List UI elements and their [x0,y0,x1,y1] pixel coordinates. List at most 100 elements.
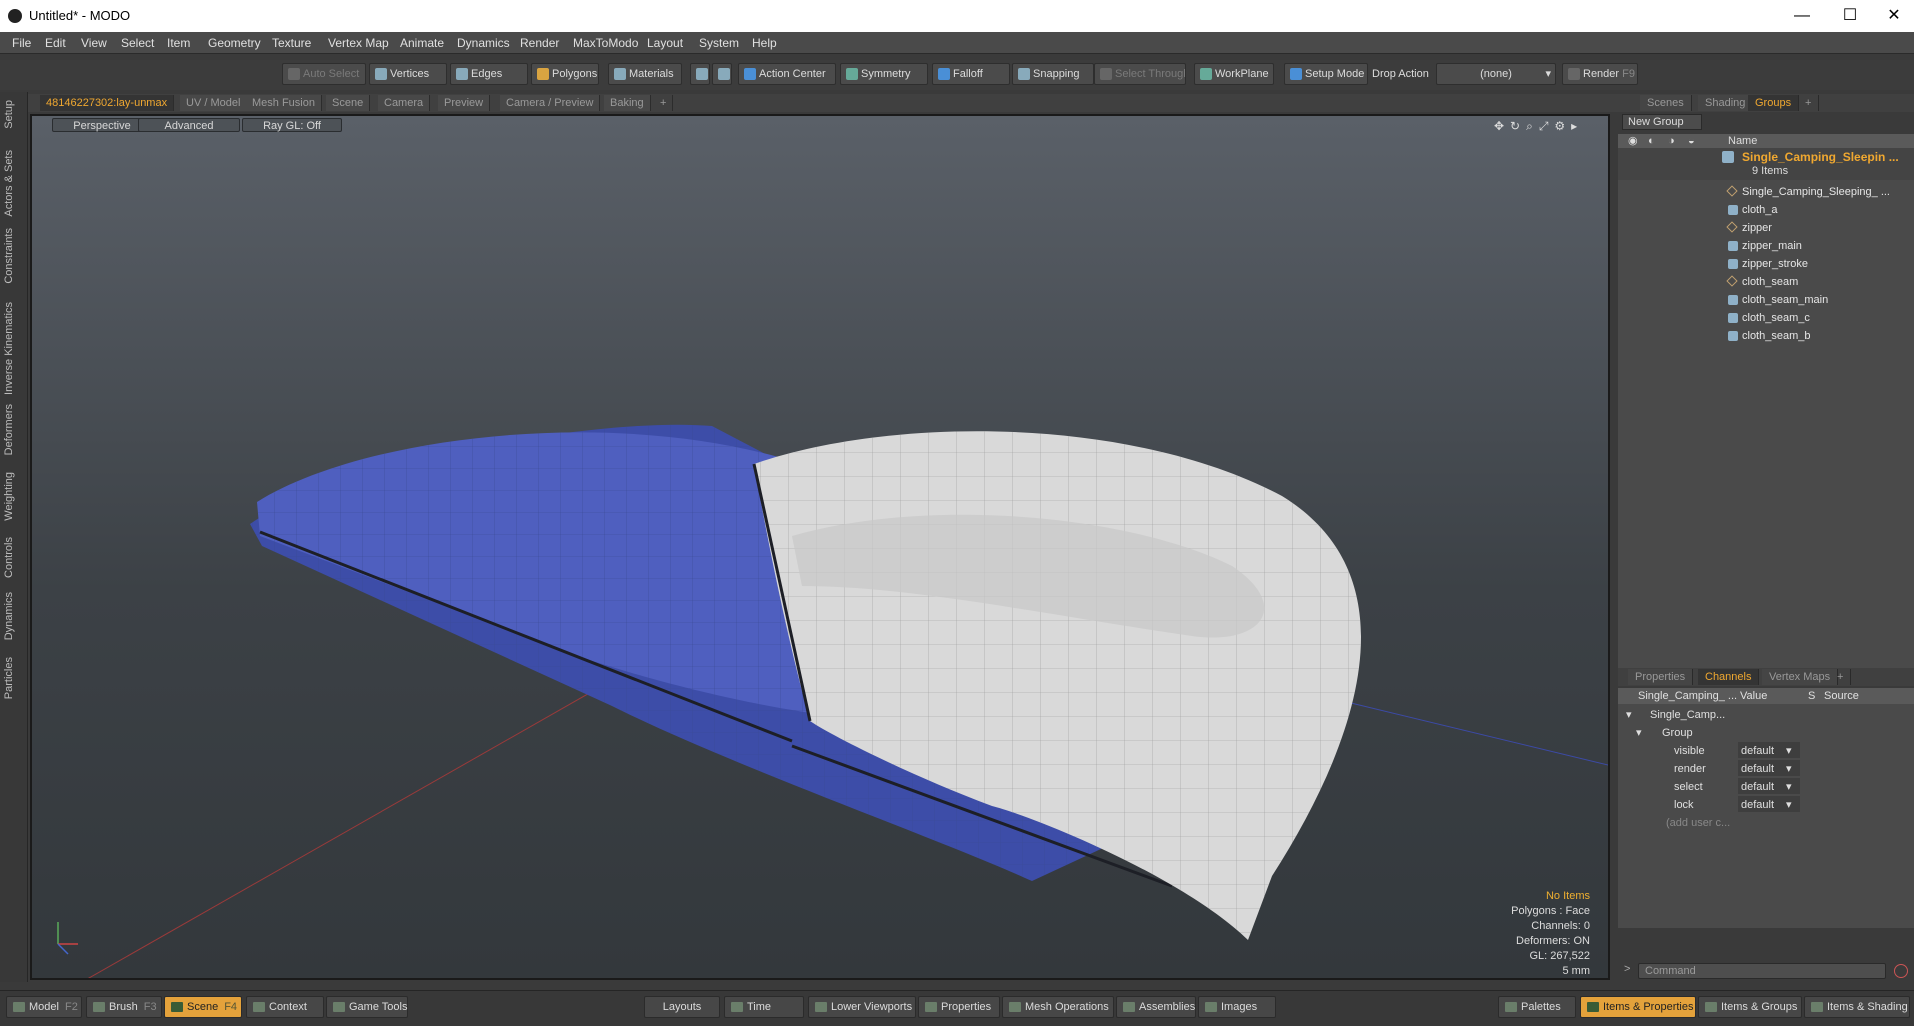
menu-select[interactable]: Select [121,36,154,50]
command-input[interactable]: Command [1638,963,1886,979]
falloff-button[interactable]: Falloff [932,63,1010,85]
shield-b-button[interactable] [712,63,732,85]
tab-properties[interactable]: Properties [1628,669,1694,685]
menu-edit[interactable]: Edit [45,36,66,50]
tab-add[interactable]: + [1830,669,1852,685]
menu-system[interactable]: System [699,36,739,50]
group-item[interactable]: zipper_main [1728,238,1802,254]
new-group-button[interactable]: New Group [1622,114,1702,130]
left-tab-actors-sets[interactable]: Actors & Sets [3,150,15,217]
time-button[interactable]: Time [724,996,804,1018]
images-button[interactable]: Images [1198,996,1276,1018]
render-button[interactable]: Render F9 [1562,63,1638,85]
group-item[interactable]: zipper [1726,220,1772,236]
tab-scenes[interactable]: Scenes [1640,95,1692,111]
menu-vertex-map[interactable]: Vertex Map [328,36,389,50]
menu-animate[interactable]: Animate [400,36,444,50]
items-properties-button[interactable]: Items & Properties [1580,996,1696,1018]
maximize-button[interactable]: ☐ [1830,4,1870,28]
left-tab-weighting[interactable]: Weighting [3,472,15,521]
minimize-button[interactable]: — [1782,4,1822,28]
add-user-channel[interactable]: (add user c... [1618,814,1914,832]
left-tab-particles[interactable]: Particles [3,657,15,699]
action-center-button[interactable]: Action Center [738,63,836,85]
tab-uv-model[interactable]: UV / Model [180,95,248,111]
tab-shading[interactable]: Shading [1698,95,1754,111]
menu-help[interactable]: Help [752,36,777,50]
left-tab-deformers[interactable]: Deformers [3,404,15,455]
setup-mode-button[interactable]: Setup Mode [1284,63,1368,85]
mesh-icon [1728,313,1738,323]
items-groups-button[interactable]: Items & Groups [1698,996,1802,1018]
channel-row[interactable]: lock default ▾ [1618,796,1914,814]
snapping-button[interactable]: Snapping [1012,63,1094,85]
game-tools-button[interactable]: Game Tools [326,996,408,1018]
properties-button[interactable]: Properties [918,996,1000,1018]
tab-add[interactable]: + [1798,95,1820,111]
auto-select-button[interactable]: Auto Select [282,63,366,85]
3d-viewport[interactable]: Perspective Advanced Ray GL: Off ✥↻⌕⤢⚙▸ … [30,114,1610,980]
left-tab-controls[interactable]: Controls [3,537,15,578]
close-button[interactable]: ✕ [1874,4,1914,28]
drop-action-select[interactable]: (none) ▾ [1436,63,1556,85]
channel-item-row[interactable]: ▾ Single_Camp... [1618,706,1914,724]
left-tab-dynamics[interactable]: Dynamics [3,592,15,640]
group-item[interactable]: cloth_seam [1726,274,1798,290]
tab-preview[interactable]: Preview [438,95,491,111]
tab-add[interactable]: + [654,95,674,111]
channel-row[interactable]: render default ▾ [1618,760,1914,778]
group-item[interactable]: cloth_a [1728,202,1777,218]
scene-icon [171,1002,183,1012]
menu-layout[interactable]: Layout [647,36,683,50]
group-item[interactable]: cloth_seam_c [1728,310,1810,326]
group-item[interactable]: cloth_seam_main [1728,292,1828,308]
palettes-button[interactable]: Palettes [1498,996,1576,1018]
left-tab-inverse-kinematics[interactable]: Inverse Kinematics [3,302,15,395]
scene-button[interactable]: Scene F4 [164,996,242,1018]
symmetry-button[interactable]: Symmetry [840,63,928,85]
tab-camera-preview[interactable]: Camera / Preview [500,95,601,111]
menu-item[interactable]: Item [167,36,190,50]
layouts-button[interactable]: Layouts [644,996,720,1018]
lower-viewports-button[interactable]: Lower Viewports [808,996,916,1018]
channel-group-row[interactable]: ▾ Group [1618,724,1914,742]
menu-maxtomodo[interactable]: MaxToModo [573,36,638,50]
assemblies-button[interactable]: Assemblies [1116,996,1196,1018]
group-item[interactable]: cloth_seam_b [1728,328,1811,344]
brush-button[interactable]: Brush F3 [86,996,162,1018]
left-tab-constraints[interactable]: Constraints [3,228,15,284]
menu-geometry[interactable]: Geometry [208,36,261,50]
select-through-button[interactable]: Select Through [1094,63,1186,85]
tab-groups[interactable]: Groups [1748,95,1800,111]
tab-channels[interactable]: Channels [1698,669,1760,685]
shield-a-button[interactable] [690,63,710,85]
record-icon[interactable] [1894,964,1908,978]
left-tab-setup[interactable]: Setup [3,100,15,129]
edges-button[interactable]: Edges [450,63,528,85]
group-root-row[interactable]: Single_Camping_Sleepin ... 9 Items [1618,148,1914,180]
materials-button[interactable]: Materials [608,63,682,85]
menu-dynamics[interactable]: Dynamics [457,36,510,50]
group-item[interactable]: zipper_stroke [1728,256,1808,272]
mesh-operations-button[interactable]: Mesh Operations [1002,996,1114,1018]
vertices-button[interactable]: Vertices [369,63,447,85]
items-shading-button[interactable]: Items & Shading [1804,996,1910,1018]
left-tab-strip: Setup Actors & Sets Constraints Inverse … [0,92,28,982]
model-button[interactable]: Model F2 [6,996,82,1018]
tab-camera[interactable]: Camera [378,95,431,111]
menu-render[interactable]: Render [520,36,559,50]
tab-baking[interactable]: Baking [604,95,651,111]
tab-vertex-maps[interactable]: Vertex Maps [1762,669,1839,685]
tab-mesh-fusion[interactable]: Mesh Fusion [246,95,322,111]
tab-scene[interactable]: Scene [326,95,371,111]
channel-row[interactable]: select default ▾ [1618,778,1914,796]
menu-view[interactable]: View [81,36,107,50]
tab-lay-unmax[interactable]: 48146227302:lay-unmax [40,95,175,111]
menu-texture[interactable]: Texture [272,36,311,50]
context-button[interactable]: Context [246,996,324,1018]
channel-row[interactable]: visible default ▾ [1618,742,1914,760]
polygons-button[interactable]: Polygons [531,63,599,85]
group-item[interactable]: Single_Camping_Sleeping_ ... [1726,184,1890,200]
menu-file[interactable]: File [12,36,31,50]
workplane-button[interactable]: WorkPlane [1194,63,1274,85]
